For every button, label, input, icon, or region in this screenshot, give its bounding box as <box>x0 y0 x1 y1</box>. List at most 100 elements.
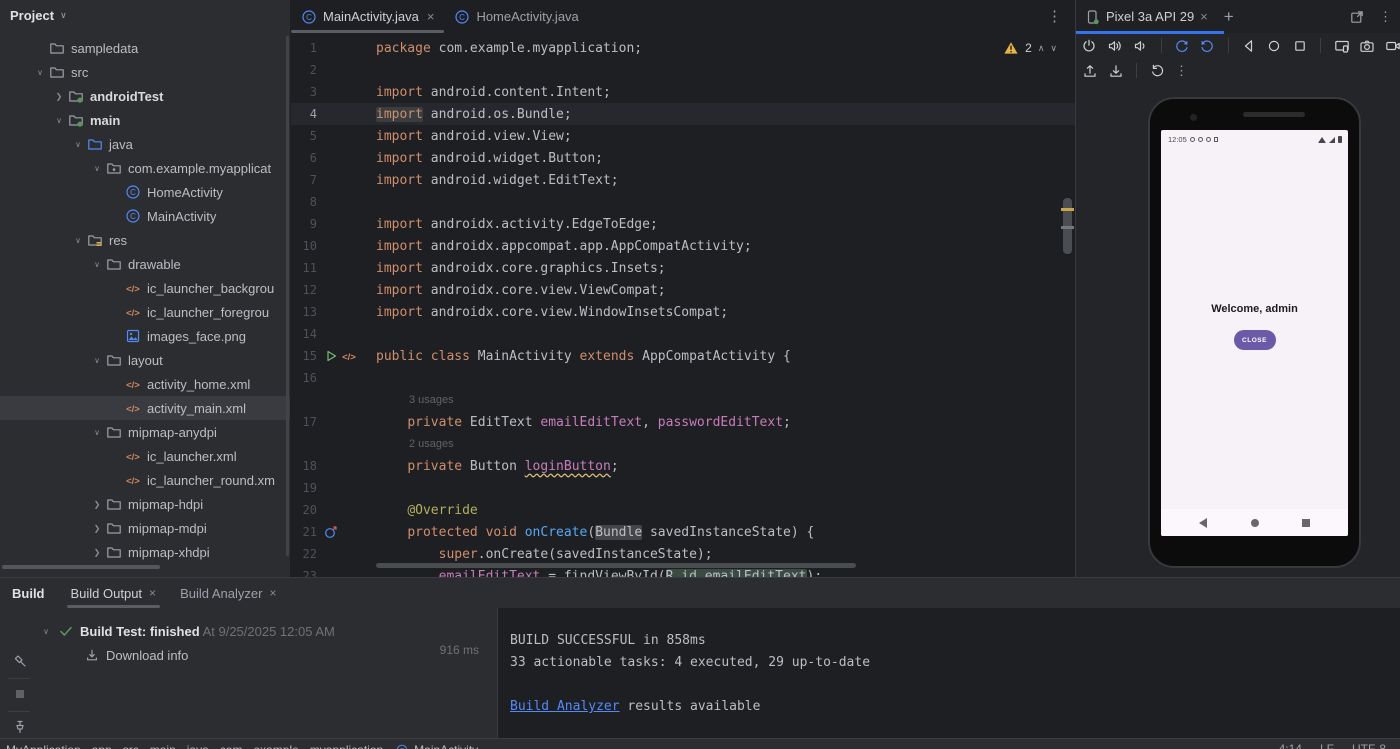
status-widget[interactable]: 4:14 <box>1279 742 1302 749</box>
rotate-right-icon[interactable] <box>1199 37 1216 54</box>
code-line-21[interactable]: 21 protected void onCreate(Bundle savedI… <box>291 521 1075 543</box>
chevron-right-icon[interactable]: ❯ <box>89 500 105 509</box>
build-analyzer-link[interactable]: Build Analyzer <box>510 699 620 714</box>
code-line-4[interactable]: 4 import android.os.Bundle; <box>291 103 1075 125</box>
device-options-menu-icon[interactable]: ⋮ <box>1379 9 1393 25</box>
chevron-down-icon[interactable]: ∨ <box>32 68 48 77</box>
related-xml-gutter-icon[interactable]: </> <box>341 348 357 364</box>
chevron-right-icon[interactable]: ❯ <box>89 524 105 533</box>
usages-inlay-hint[interactable]: 3 usages <box>409 394 454 406</box>
chevron-down-icon[interactable]: ∨ <box>89 356 105 365</box>
android-overview-icon[interactable] <box>1302 518 1310 527</box>
tree-item-layout[interactable]: ∨ layout <box>0 348 290 372</box>
close-button[interactable]: CLOSE <box>1233 330 1276 350</box>
build-console[interactable]: BUILD SUCCESSFUL in 858ms 33 actionable t… <box>497 608 1400 739</box>
tree-item-activity-home-xml[interactable]: </> activity_home.xml <box>0 372 290 396</box>
code-line-14[interactable]: 14 <box>291 323 1075 345</box>
tree-item-res[interactable]: ∨ res <box>0 228 290 252</box>
close-tab-icon[interactable]: × <box>269 586 276 600</box>
upload-icon[interactable] <box>1081 62 1098 79</box>
breadcrumb-segment[interactable]: app <box>92 743 112 749</box>
close-tab-icon[interactable]: × <box>149 586 156 600</box>
restore-icon[interactable] <box>1149 62 1166 79</box>
build-download-info-row[interactable]: Download info <box>84 643 497 667</box>
code-line-9[interactable]: 9 import androidx.activity.EdgeToEdge; <box>291 213 1075 235</box>
tree-item-activity-main-xml[interactable]: </> activity_main.xml <box>0 396 290 420</box>
breadcrumb-segment[interactable]: MainActivity <box>414 743 478 749</box>
tree-item-ic-launcher-foregrou[interactable]: </> ic_launcher_foregrou <box>0 300 290 324</box>
tab-build-output[interactable]: Build Output × <box>59 578 169 608</box>
home-icon[interactable] <box>1266 37 1283 54</box>
project-view-selector[interactable]: Project ∨ <box>0 0 290 30</box>
code-line-15[interactable]: 15 </> public class MainActivity extends A… <box>291 345 1075 367</box>
run-gutter-icon[interactable] <box>323 348 339 364</box>
power-icon[interactable] <box>1081 37 1098 54</box>
breadcrumb-segment[interactable]: main <box>150 743 176 749</box>
code-editor[interactable]: 1 package com.example.myapplication; 2 3 imp… <box>291 37 1075 577</box>
code-line-22[interactable]: 22 super.onCreate(savedInstanceState); <box>291 543 1075 565</box>
status-widget[interactable]: UTF-8 <box>1352 742 1386 749</box>
tree-item-ic-launcher-xml[interactable]: </> ic_launcher.xml <box>0 444 290 468</box>
navigation-breadcrumbs[interactable]: MyApplication›app›src›main›java›com›exam… <box>6 742 478 749</box>
camera-icon[interactable] <box>1359 37 1376 54</box>
project-vertical-scrollbar[interactable] <box>286 36 289 556</box>
more-options-icon[interactable]: ⋮ <box>1175 63 1189 79</box>
tree-item-androidtest[interactable]: ❯ androidTest <box>0 84 290 108</box>
open-in-new-window-icon[interactable] <box>1348 8 1365 25</box>
chevron-down-icon[interactable]: ∨ <box>89 428 105 437</box>
code-line-11[interactable]: 11 import androidx.core.graphics.Insets; <box>291 257 1075 279</box>
tree-item-images-face-png[interactable]: images_face.png <box>0 324 290 348</box>
screenshot-device-icon[interactable] <box>1333 37 1350 54</box>
usages-inlay-hint[interactable]: 2 usages <box>409 438 454 450</box>
tree-item-ic-launcher-backgrou[interactable]: </> ic_launcher_backgrou <box>0 276 290 300</box>
breadcrumb-segment[interactable]: java <box>187 743 209 749</box>
chevron-down-icon[interactable]: ∨ <box>89 260 105 269</box>
code-line-20[interactable]: 20 @Override <box>291 499 1075 521</box>
chevron-right-icon[interactable]: ❯ <box>51 92 67 101</box>
chevron-down-icon[interactable]: ∨ <box>70 140 86 149</box>
code-line-19[interactable]: 19 <box>291 477 1075 499</box>
tab-homeactivity-java[interactable]: C HomeActivity.java <box>444 0 588 33</box>
inspections-widget[interactable]: 2 ∧ ∨ <box>1003 40 1057 56</box>
chevron-down-icon[interactable]: ∨ <box>51 116 67 125</box>
chevron-down-icon[interactable]: ∨ <box>89 164 105 173</box>
editor-horizontal-scrollbar[interactable] <box>376 563 856 568</box>
chevron-down-icon[interactable]: ∨ <box>70 236 86 245</box>
tree-item-mipmap-xhdpi[interactable]: ❯ mipmap-xhdpi <box>0 540 290 564</box>
code-line-7[interactable]: 7 import android.widget.EditText; <box>291 169 1075 191</box>
breadcrumb-segment[interactable]: com <box>220 743 243 749</box>
stop-icon[interactable] <box>11 685 29 703</box>
tree-item-mipmap-anydpi[interactable]: ∨ mipmap-anydpi <box>0 420 290 444</box>
add-device-tab-icon[interactable]: + <box>1224 7 1234 27</box>
status-widgets[interactable]: 4:14 LF UTF-8 <box>1279 742 1386 749</box>
code-line-5[interactable]: 5 import android.view.View; <box>291 125 1075 147</box>
volume-down-icon[interactable] <box>1132 37 1149 54</box>
code-line-12[interactable]: 12 import androidx.core.view.ViewCompat; <box>291 279 1075 301</box>
tree-item-homeactivity[interactable]: C HomeActivity <box>0 180 290 204</box>
code-line-1[interactable]: 1 package com.example.myapplication; <box>291 37 1075 59</box>
android-home-icon[interactable] <box>1250 518 1259 527</box>
close-tab-icon[interactable]: × <box>1200 9 1208 24</box>
build-hammer-icon[interactable] <box>11 652 29 670</box>
editor-options-menu-icon[interactable]: ⋮ <box>1047 7 1063 25</box>
emulator-screen[interactable]: 12:05 Welcome, admin CLOSE <box>1161 130 1348 536</box>
tree-item-java[interactable]: ∨ java <box>0 132 290 156</box>
code-line-2[interactable]: 2 <box>291 59 1075 81</box>
code-line-16[interactable]: 16 <box>291 367 1075 389</box>
code-line-13[interactable]: 13 import androidx.core.view.WindowInsets… <box>291 301 1075 323</box>
tree-item-src[interactable]: ∨ src <box>0 60 290 84</box>
code-line-17[interactable]: 17 private EditText emailEditText, passw… <box>291 411 1075 433</box>
build-result-row[interactable]: ∨ Build Test: finished At 9/25/2025 12:0… <box>40 619 497 643</box>
status-widget[interactable]: LF <box>1320 742 1334 749</box>
code-line-6[interactable]: 6 import android.widget.Button; <box>291 147 1075 169</box>
tree-item-com-example-myapplicat[interactable]: ∨ com.example.myapplicat <box>0 156 290 180</box>
back-icon[interactable] <box>1241 37 1258 54</box>
download-icon[interactable] <box>1107 62 1124 79</box>
tree-item-sampledata[interactable]: sampledata <box>0 36 290 60</box>
breadcrumb-segment[interactable]: myapplication <box>310 743 383 749</box>
tree-item-drawable[interactable]: ∨ drawable <box>0 252 290 276</box>
next-warning-icon[interactable]: ∨ <box>1050 43 1057 54</box>
override-gutter-icon[interactable] <box>323 524 339 540</box>
code-line-8[interactable]: 8 <box>291 191 1075 213</box>
android-back-icon[interactable] <box>1199 517 1207 528</box>
